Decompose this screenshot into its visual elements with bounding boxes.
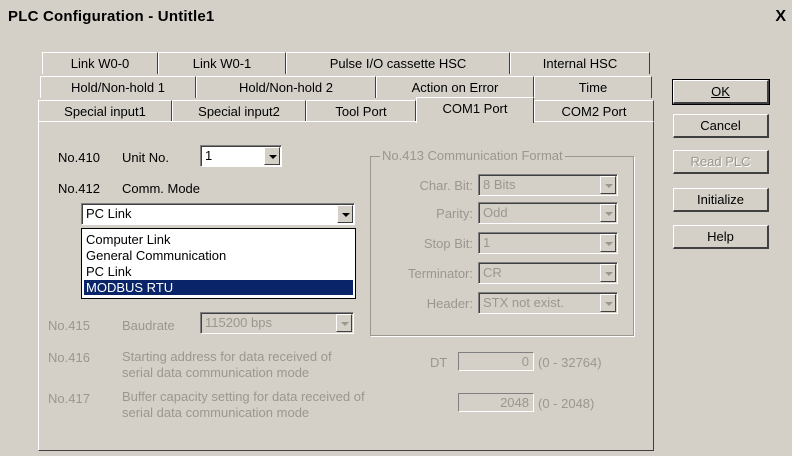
baudrate-value: 115200 bps — [205, 315, 272, 330]
baudrate-dropdown[interactable]: 115200 bps — [200, 312, 354, 334]
char-bit-label: Char. Bit: — [419, 178, 473, 193]
no417-label-line1: Buffer capacity setting for data receive… — [122, 389, 365, 404]
option-pc-link[interactable]: PC Link — [84, 264, 132, 279]
parity-value: Odd — [483, 205, 508, 220]
ok-button-label: OK — [711, 84, 730, 99]
comm-mode-options-list: Computer Link General Communication PC L… — [81, 228, 356, 299]
chevron-down-icon[interactable] — [600, 234, 616, 252]
chevron-down-icon[interactable] — [264, 147, 280, 165]
no410-number: No.410 — [58, 150, 100, 165]
stop-bit-label: Stop Bit: — [423, 236, 473, 251]
window-title: PLC Configuration - Untitle1 — [8, 8, 215, 25]
no412-number: No.412 — [58, 181, 100, 196]
tab-internal-hsc[interactable]: Internal HSC — [510, 52, 650, 74]
tab-special-input1[interactable]: Special input1 — [38, 100, 172, 122]
char-bit-dropdown[interactable]: 8 Bits — [478, 174, 618, 196]
tab-com2-port[interactable]: COM2 Port — [534, 100, 654, 122]
no416-label-line2: serial data communication mode — [122, 365, 310, 380]
tab-link-w0-1[interactable]: Link W0-1 — [158, 52, 286, 74]
no416-number: No.416 — [48, 350, 90, 365]
comm-format-title: No.413 Communication Format — [380, 148, 565, 163]
option-computer-link[interactable]: Computer Link — [84, 232, 171, 247]
tab-tool-port[interactable]: Tool Port — [306, 100, 416, 122]
no416-value-field[interactable]: 0 — [458, 352, 534, 371]
no416-label-line1: Starting address for data received of — [122, 349, 332, 364]
title-bar: PLC Configuration - Untitle1 X — [0, 0, 792, 34]
unit-no-label: Unit No. — [122, 150, 169, 165]
tab-pulse-io-cassette-hsc[interactable]: Pulse I/O cassette HSC — [286, 52, 510, 74]
option-modbus-rtu[interactable]: MODBUS RTU — [84, 280, 353, 295]
chevron-down-icon[interactable] — [600, 176, 616, 194]
header-label: Header: — [426, 296, 473, 311]
tab-link-w0-0[interactable]: Link W0-0 — [42, 52, 158, 74]
terminator-label: Terminator: — [407, 266, 473, 281]
comm-mode-dropdown[interactable]: PC Link — [81, 203, 355, 225]
ok-button[interactable]: OK — [672, 79, 770, 105]
no416-range: (0 - 32764) — [538, 355, 602, 370]
parity-label: Parity: — [436, 206, 473, 221]
header-dropdown[interactable]: STX not exist. — [478, 292, 618, 314]
chevron-down-icon[interactable] — [600, 264, 616, 282]
char-bit-value: 8 Bits — [483, 177, 516, 192]
comm-mode-label: Comm. Mode — [122, 181, 201, 196]
no417-number: No.417 — [48, 391, 90, 406]
tab-com1-port[interactable]: COM1 Port — [416, 97, 534, 123]
unit-no-value: 1 — [205, 148, 213, 163]
chevron-down-icon[interactable] — [600, 294, 616, 312]
no417-range: (0 - 2048) — [538, 396, 595, 411]
help-button[interactable]: Help — [673, 225, 769, 249]
stop-bit-value: 1 — [483, 235, 491, 250]
header-value: STX not exist. — [483, 295, 564, 310]
no415-number: No.415 — [48, 318, 90, 333]
baudrate-label: Baudrate — [122, 318, 175, 333]
read-plc-button[interactable]: Read PLC — [673, 150, 769, 174]
no417-label-line2: serial data communication mode — [122, 405, 310, 420]
option-general-communication[interactable]: General Communication — [84, 248, 226, 263]
close-icon[interactable]: X — [775, 8, 786, 26]
terminator-value: CR — [483, 265, 502, 280]
chevron-down-icon[interactable] — [600, 204, 616, 222]
dt-prefix-label: DT — [430, 355, 448, 370]
parity-dropdown[interactable]: Odd — [478, 202, 618, 224]
terminator-dropdown[interactable]: CR — [478, 262, 618, 284]
tab-time[interactable]: Time — [534, 76, 652, 98]
unit-no-dropdown[interactable]: 1 — [200, 145, 282, 167]
tab-action-on-error[interactable]: Action on Error — [376, 76, 534, 98]
tab-special-input2[interactable]: Special input2 — [172, 100, 306, 122]
chevron-down-icon[interactable] — [336, 314, 352, 332]
no417-value-field[interactable]: 2048 — [458, 393, 534, 412]
comm-mode-value: PC Link — [86, 206, 132, 221]
cancel-button[interactable]: Cancel — [673, 114, 769, 138]
tab-hold-non-hold-1[interactable]: Hold/Non-hold 1 — [40, 76, 196, 98]
stop-bit-dropdown[interactable]: 1 — [478, 232, 618, 254]
chevron-down-icon[interactable] — [337, 205, 353, 223]
tab-hold-non-hold-2[interactable]: Hold/Non-hold 2 — [196, 76, 376, 98]
initialize-button[interactable]: Initialize — [673, 188, 769, 212]
